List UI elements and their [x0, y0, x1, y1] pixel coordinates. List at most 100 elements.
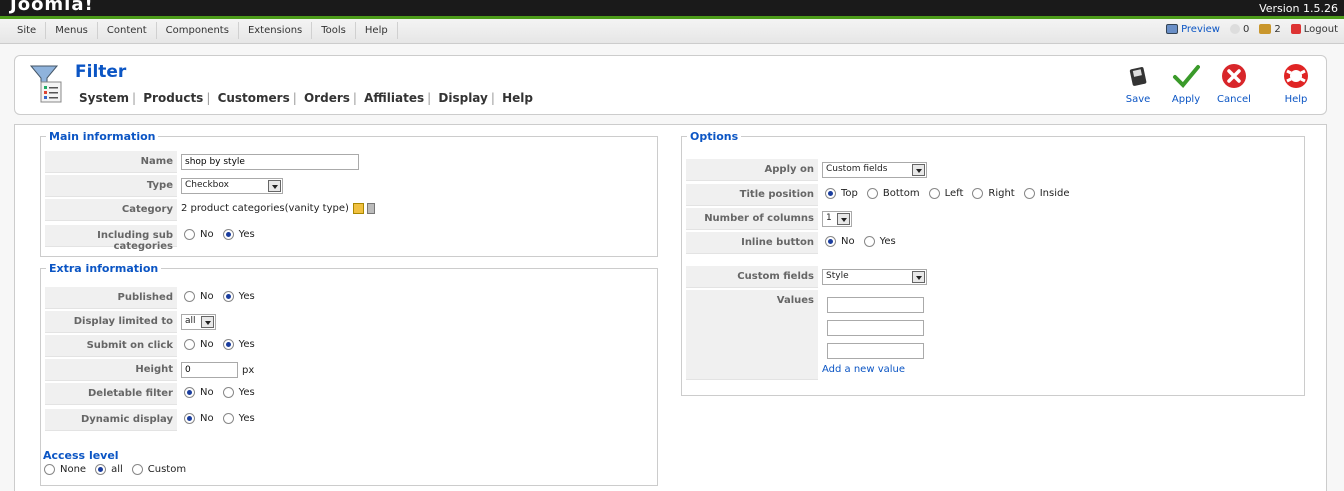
- category-label: Category: [45, 199, 177, 221]
- trash-icon[interactable]: [366, 203, 375, 214]
- users-icon: [1259, 24, 1272, 34]
- name-input[interactable]: [181, 154, 359, 170]
- subnav-system[interactable]: System: [79, 91, 129, 105]
- row-values: Values Add a new value: [686, 290, 1300, 380]
- row-subcategories: Including sub categories No Yes: [45, 225, 653, 252]
- messages-count[interactable]: 0: [1230, 24, 1249, 35]
- apply-on-select[interactable]: Custom fields: [822, 162, 927, 178]
- deletable-no-radio[interactable]: [184, 387, 195, 398]
- submit-yes-radio[interactable]: [222, 339, 234, 350]
- cancel-button[interactable]: Cancel: [1210, 62, 1258, 105]
- filter-icon: [29, 65, 62, 103]
- sub-navigation: System | Products | Customers | Orders | Aff…: [79, 91, 533, 105]
- help-button[interactable]: Help: [1272, 62, 1320, 105]
- menu-menus[interactable]: Menus: [46, 22, 98, 39]
- custom-fields-select[interactable]: Style: [822, 269, 927, 285]
- value-input-3[interactable]: [827, 343, 924, 359]
- messages-icon: [1230, 24, 1240, 34]
- row-inline-button: Inline button No Yes: [686, 232, 1300, 254]
- preview-icon: [1166, 24, 1179, 34]
- row-title-position: Title position Top Bottom Left Right Ins…: [686, 184, 1300, 206]
- subnav-affiliates[interactable]: Affiliates: [364, 91, 424, 105]
- inline-no-radio[interactable]: [825, 236, 836, 247]
- access-level-options: None all Custom: [41, 464, 192, 475]
- status-area: Preview 0 2 Logout: [1166, 24, 1338, 35]
- subcat-no-radio[interactable]: [184, 229, 195, 240]
- logout-icon: [1290, 24, 1301, 34]
- subnav-help[interactable]: Help: [502, 91, 533, 105]
- subnav-customers[interactable]: Customers: [218, 91, 290, 105]
- title-position-label: Title position: [686, 184, 818, 206]
- users-count[interactable]: 2: [1259, 24, 1281, 35]
- inline-yes-radio[interactable]: [863, 236, 875, 247]
- inline-button-label: Inline button: [686, 232, 818, 254]
- cancel-icon: [1222, 64, 1246, 88]
- dynamic-no-radio[interactable]: [184, 413, 195, 424]
- display-limited-label: Display limited to: [45, 311, 177, 333]
- dynamic-yes-radio[interactable]: [222, 413, 234, 424]
- edit-icon[interactable]: [352, 203, 364, 214]
- height-unit: px: [242, 364, 255, 376]
- access-custom-radio[interactable]: [131, 464, 143, 475]
- save-button[interactable]: Save: [1114, 62, 1162, 105]
- row-deletable: Deletable filter No Yes: [45, 383, 653, 405]
- subnav-display[interactable]: Display: [438, 91, 487, 105]
- menu-bar: Site Menus Content Components Extensions…: [0, 19, 1344, 44]
- version-label: Version 1.5.26: [1259, 2, 1338, 15]
- menu-help[interactable]: Help: [356, 22, 398, 39]
- row-custom-fields: Custom fields Style: [686, 266, 1300, 288]
- submit-no-radio[interactable]: [184, 339, 195, 350]
- access-all-radio[interactable]: [95, 464, 107, 475]
- value-input-2[interactable]: [827, 320, 924, 336]
- chevron-down-icon: [912, 271, 925, 283]
- menu-tools[interactable]: Tools: [312, 22, 356, 39]
- joomla-logo: Joomla!: [10, 0, 94, 15]
- row-display-limited: Display limited to all: [45, 311, 653, 333]
- published-no-radio[interactable]: [184, 291, 195, 302]
- row-submit-on-click: Submit on click No Yes: [45, 335, 653, 357]
- subnav-orders[interactable]: Orders: [304, 91, 350, 105]
- access-none-radio[interactable]: [44, 464, 55, 475]
- title-bottom-radio[interactable]: [866, 188, 878, 199]
- title-left-radio[interactable]: [928, 188, 940, 199]
- display-limited-select[interactable]: all: [181, 314, 216, 330]
- row-dynamic: Dynamic display No Yes: [45, 409, 653, 431]
- chevron-down-icon: [268, 180, 281, 192]
- apply-button[interactable]: Apply: [1162, 62, 1210, 105]
- value-input-1[interactable]: [827, 297, 924, 313]
- main-information-fieldset: Main information Name Type Checkbox Cate…: [40, 130, 658, 257]
- menu-components[interactable]: Components: [157, 22, 239, 39]
- columns-select[interactable]: 1: [822, 211, 852, 227]
- main-menu: Site Menus Content Components Extensions…: [8, 22, 398, 39]
- add-value-link[interactable]: Add a new value: [822, 364, 905, 375]
- deletable-yes-radio[interactable]: [222, 387, 234, 398]
- menu-extensions[interactable]: Extensions: [239, 22, 313, 39]
- preview-link[interactable]: Preview: [1166, 24, 1220, 35]
- subcategories-label: Including sub categories: [45, 225, 177, 252]
- title-top-radio[interactable]: [825, 188, 836, 199]
- title-right-radio[interactable]: [972, 188, 984, 199]
- subcat-yes-radio[interactable]: [222, 229, 234, 240]
- published-yes-radio[interactable]: [222, 291, 234, 302]
- chevron-down-icon: [837, 213, 850, 225]
- save-icon: [1129, 67, 1147, 86]
- name-label: Name: [45, 151, 177, 173]
- row-type: Type Checkbox: [45, 175, 653, 197]
- row-apply-on: Apply on Custom fields: [686, 159, 1300, 181]
- height-input[interactable]: [181, 362, 238, 378]
- access-level-title: Access level: [43, 449, 119, 462]
- columns-label: Number of columns: [686, 208, 818, 230]
- row-height: Height px: [45, 359, 653, 381]
- page-title: Filter: [75, 62, 127, 82]
- menu-content[interactable]: Content: [98, 22, 157, 39]
- subnav-products[interactable]: Products: [143, 91, 203, 105]
- extra-information-fieldset: Extra information Published No Yes Displ…: [40, 262, 658, 486]
- submit-on-click-label: Submit on click: [45, 335, 177, 357]
- deletable-label: Deletable filter: [45, 383, 177, 405]
- extra-information-legend: Extra information: [49, 262, 159, 275]
- row-columns: Number of columns 1: [686, 208, 1300, 230]
- logout-link[interactable]: Logout: [1290, 24, 1338, 35]
- title-inside-radio[interactable]: [1023, 188, 1035, 199]
- menu-site[interactable]: Site: [8, 22, 47, 39]
- type-select[interactable]: Checkbox: [181, 178, 283, 194]
